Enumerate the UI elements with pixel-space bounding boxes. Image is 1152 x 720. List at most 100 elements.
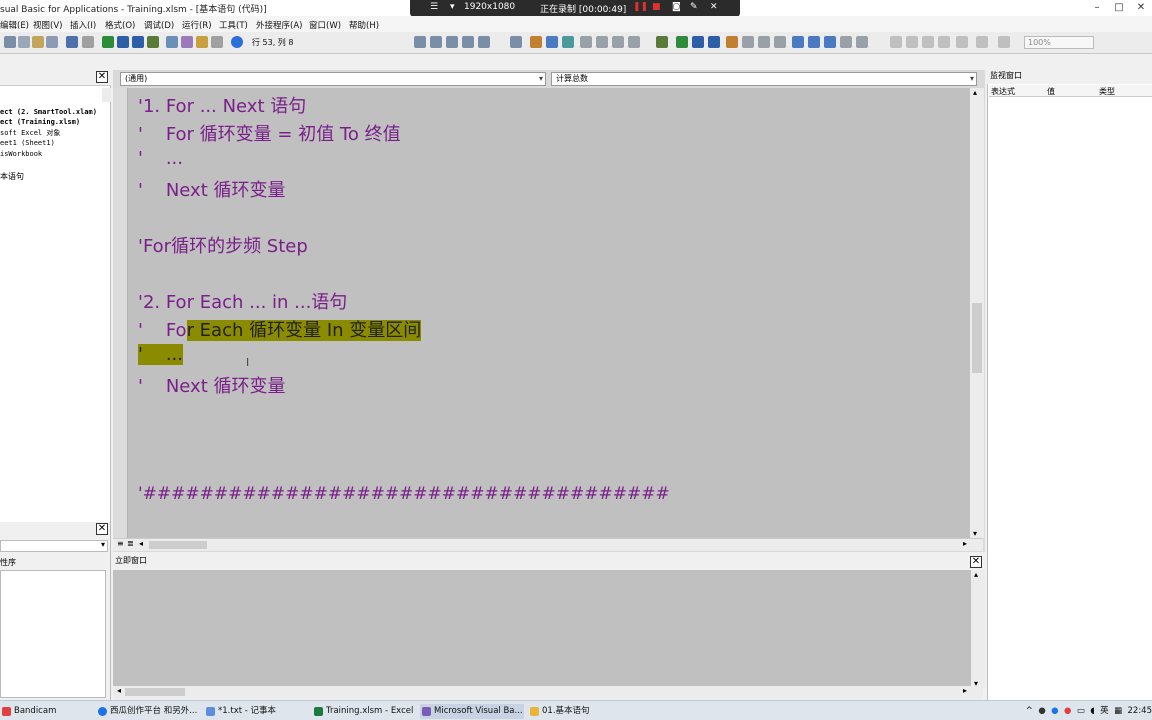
- immediate-horizontal-scrollbar[interactable]: ◂ ▸: [113, 686, 983, 699]
- quick-info-icon[interactable]: [478, 36, 490, 48]
- step-out-icon[interactable]: [774, 36, 786, 48]
- procedure-view-icon[interactable]: ≡: [117, 539, 124, 548]
- taskbar-item[interactable]: Training.xlsm - Excel: [312, 704, 416, 719]
- userform-icon-3[interactable]: [922, 36, 934, 48]
- redo-icon[interactable]: [82, 36, 94, 48]
- run-icon[interactable]: [102, 36, 114, 48]
- outdent-icon[interactable]: [430, 36, 442, 48]
- code-line[interactable]: '1. For ... Next 语句: [138, 92, 306, 118]
- step-over-icon[interactable]: [758, 36, 770, 48]
- edit2-icon[interactable]: [596, 36, 608, 48]
- immediate-vertical-scrollbar[interactable]: ▴ ▾: [971, 570, 985, 688]
- edit3-icon[interactable]: [612, 36, 624, 48]
- debug-reset-icon[interactable]: [708, 36, 720, 48]
- app-tray-icon[interactable]: ●: [1064, 706, 1071, 716]
- scroll-right-icon[interactable]: ▸: [963, 686, 967, 695]
- maximize-button[interactable]: □: [1108, 0, 1130, 16]
- scroll-thumb[interactable]: [125, 688, 185, 696]
- call-stack-icon[interactable]: [856, 36, 868, 48]
- code-line[interactable]: ' Next 循环变量: [138, 372, 286, 398]
- code-margin[interactable]: [113, 88, 128, 538]
- tree-item[interactable]: soft Excel 对象: [0, 128, 60, 138]
- immediate-window-icon[interactable]: [808, 36, 820, 48]
- userform-icon-1[interactable]: [890, 36, 902, 48]
- debug-break-icon[interactable]: [692, 36, 704, 48]
- minimize-button[interactable]: –: [1086, 0, 1108, 16]
- code-line-selected[interactable]: ' For Each 循环变量 In 变量区间: [138, 316, 422, 342]
- stop-icon[interactable]: ■: [652, 2, 661, 12]
- procedure-combo[interactable]: 计算总数 ▾: [551, 72, 977, 86]
- debug-run-icon[interactable]: [676, 36, 688, 48]
- object-combo[interactable]: (通用) ▾: [120, 72, 546, 86]
- scroll-left-icon[interactable]: ◂: [139, 539, 143, 548]
- taskbar-item[interactable]: Bandicam: [0, 704, 92, 719]
- close-window-button[interactable]: ✕: [1130, 0, 1152, 16]
- scroll-up-icon[interactable]: ▴: [974, 570, 978, 579]
- code-line-selected[interactable]: ' ...: [138, 344, 183, 365]
- menu-debug[interactable]: 调试(D): [144, 19, 174, 31]
- tree-item[interactable]: ect (Training.xlsm): [0, 118, 80, 126]
- locals-window-icon[interactable]: [792, 36, 804, 48]
- center-icon[interactable]: [976, 36, 988, 48]
- code-horizontal-scrollbar[interactable]: ≡ ≣ ◂ ▸: [113, 538, 983, 551]
- close-icon[interactable]: ✕: [96, 71, 108, 83]
- menu-format[interactable]: 格式(O): [105, 19, 135, 31]
- watch-window-icon[interactable]: [824, 36, 836, 48]
- indent-icon[interactable]: [414, 36, 426, 48]
- properties-icon[interactable]: [181, 36, 193, 48]
- menu-insert[interactable]: 插入(I): [70, 19, 96, 31]
- next-bookmark-icon[interactable]: [562, 36, 574, 48]
- size-icon[interactable]: [998, 36, 1010, 48]
- column-type[interactable]: 类型: [1099, 86, 1115, 97]
- edit-icon[interactable]: [580, 36, 592, 48]
- menu-help[interactable]: 帮助(H): [349, 19, 379, 31]
- align-icon[interactable]: [956, 36, 968, 48]
- tree-item-module[interactable]: 本语句: [0, 171, 24, 182]
- code-vertical-scrollbar[interactable]: ▴ ▾: [970, 88, 984, 538]
- pen-icon[interactable]: ✎: [690, 2, 698, 12]
- taskbar-item[interactable]: 西瓜创作平台 和另外...: [96, 704, 200, 719]
- undo-icon[interactable]: [66, 36, 78, 48]
- menu-run[interactable]: 运行(R): [182, 19, 212, 31]
- list-constants-icon[interactable]: [462, 36, 474, 48]
- paste-icon[interactable]: [32, 36, 44, 48]
- volume-icon[interactable]: ◖: [1090, 706, 1094, 716]
- properties-tab[interactable]: 性序: [0, 557, 16, 568]
- taskbar-item[interactable]: 01.基本语句: [528, 704, 632, 719]
- keyboard-icon[interactable]: ▦: [1114, 706, 1122, 716]
- microphone-icon[interactable]: ●: [1038, 706, 1045, 716]
- close-icon[interactable]: ✕: [970, 556, 982, 568]
- help-icon[interactable]: [231, 36, 243, 48]
- ime-indicator[interactable]: 英: [1100, 706, 1109, 716]
- edit4-icon[interactable]: [628, 36, 640, 48]
- taskbar-item[interactable]: *1.txt - 记事本: [204, 704, 308, 719]
- object-browser-icon[interactable]: [196, 36, 208, 48]
- object-select[interactable]: ▾: [0, 540, 108, 552]
- toggle-breakpoint-icon[interactable]: [530, 36, 542, 48]
- copy-icon[interactable]: [18, 36, 30, 48]
- menu-window[interactable]: 窗口(W): [309, 19, 341, 31]
- zoom-select[interactable]: 100%: [1024, 36, 1094, 49]
- userform-icon-4[interactable]: [938, 36, 950, 48]
- design-mode-icon[interactable]: [147, 36, 159, 48]
- code-line[interactable]: '2. For Each ... in ...语句: [138, 288, 347, 314]
- column-value[interactable]: 值: [1047, 86, 1055, 97]
- scroll-thumb[interactable]: [972, 303, 982, 373]
- code-line[interactable]: 'For循环的步频 Step: [138, 232, 308, 258]
- scroll-up-icon[interactable]: ▴: [973, 88, 977, 97]
- scroll-right-icon[interactable]: ▸: [963, 539, 967, 548]
- code-line[interactable]: ' ...: [138, 148, 183, 169]
- camera-icon[interactable]: ◙: [672, 2, 681, 12]
- menu-tools[interactable]: 工具(T): [219, 19, 248, 31]
- code-line[interactable]: ' Next 循环变量: [138, 176, 286, 202]
- reset-icon[interactable]: [132, 36, 144, 48]
- full-module-view-icon[interactable]: ≣: [127, 539, 134, 548]
- quick-watch-icon[interactable]: [840, 36, 852, 48]
- project-scrollbar[interactable]: [102, 88, 111, 102]
- scroll-left-icon[interactable]: ◂: [117, 686, 121, 695]
- immediate-window-input[interactable]: [113, 570, 971, 686]
- tree-item[interactable]: eet1 (Sheet1): [0, 139, 55, 147]
- clock[interactable]: 22:45: [1128, 706, 1152, 716]
- break-icon[interactable]: [117, 36, 129, 48]
- taskbar-item-active[interactable]: Microsoft Visual Ba...: [420, 704, 524, 719]
